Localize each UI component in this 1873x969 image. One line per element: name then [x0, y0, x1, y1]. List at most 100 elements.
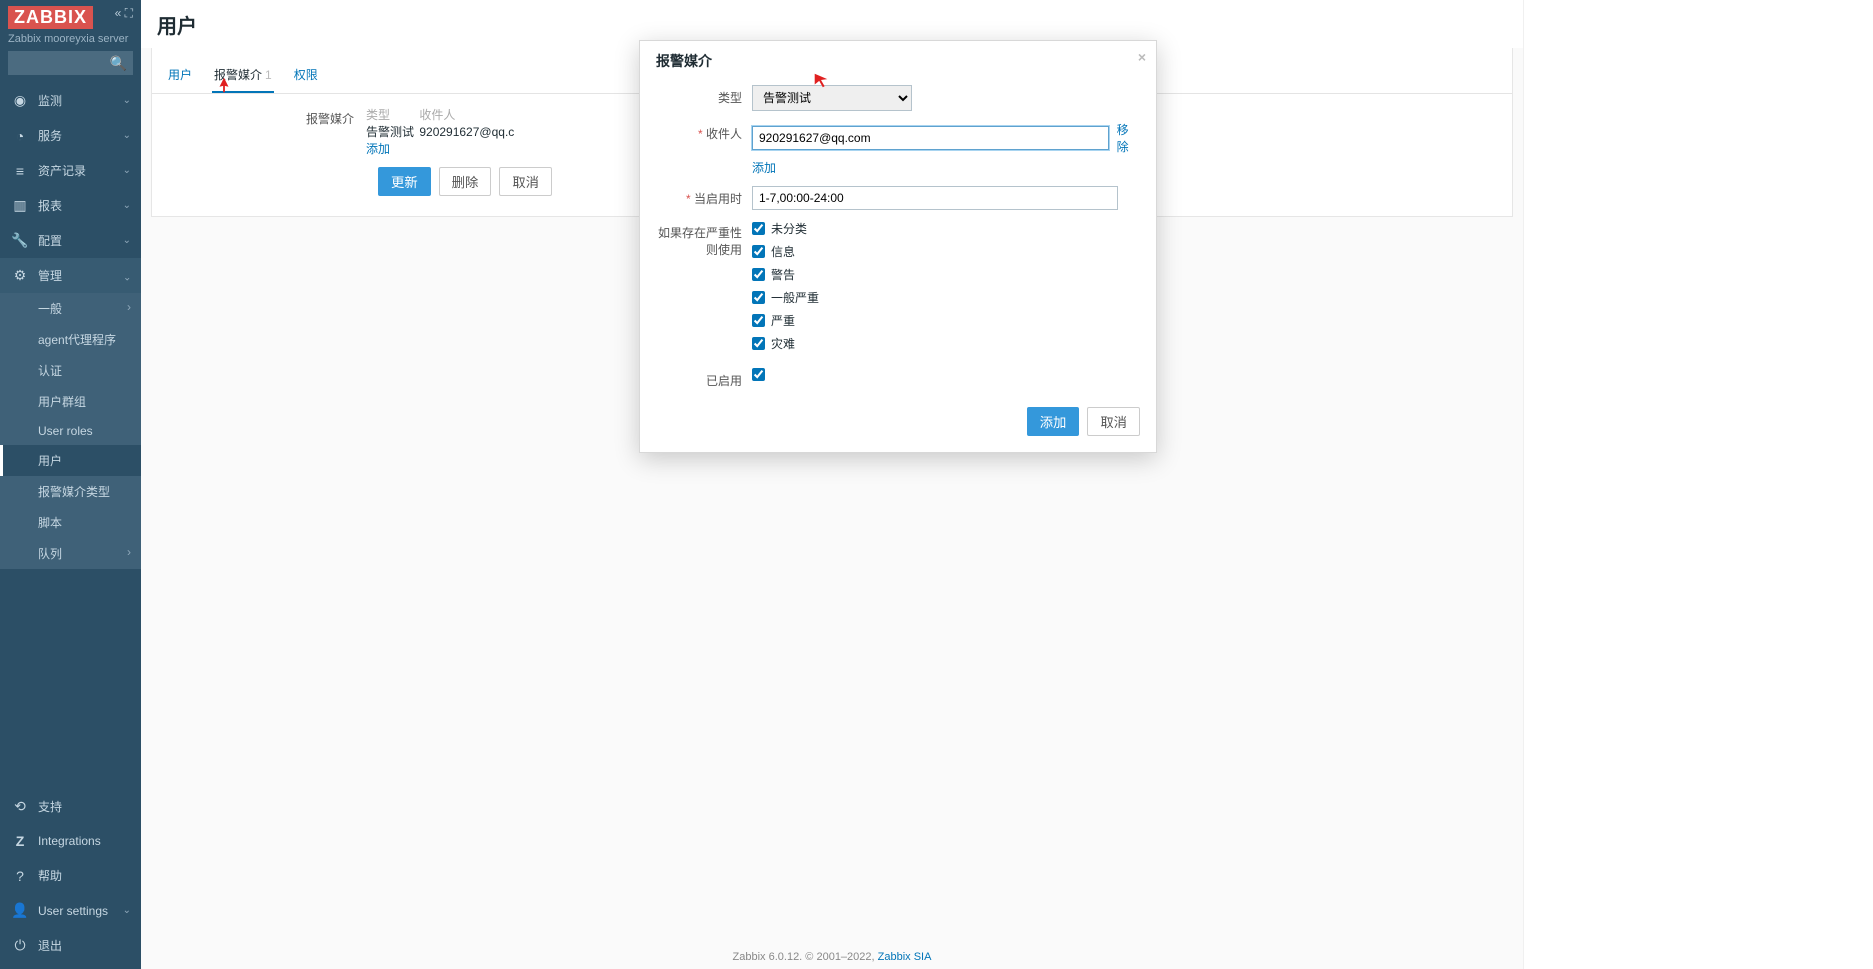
cancel-button[interactable]: 取消 [499, 167, 552, 196]
nav-support[interactable]: ⟲支持 [0, 789, 141, 824]
nav-label: 帮助 [38, 867, 62, 884]
nav-label: 监测 [38, 92, 62, 109]
chevron-down-icon: ⌄ [123, 130, 131, 141]
list-icon: ≡ [10, 163, 30, 179]
gear-icon: ⚙ [10, 267, 30, 284]
nav-label: 退出 [38, 937, 62, 954]
checkbox[interactable] [752, 268, 765, 281]
media-modal: 报警媒介 × 类型 告警测试 收件人 [639, 40, 1157, 453]
tab-count: 1 [265, 68, 272, 82]
check-label: 未分类 [771, 220, 807, 237]
nav-monitoring[interactable]: ◉监测⌄ [0, 83, 141, 118]
main-nav: ◉监测⌄ ◔服务⌄ ≡资产记录⌄ ▥报表⌄ 🔧配置⌄ ⚙管理⌃ 一般 agent… [0, 83, 141, 789]
footer-link[interactable]: Zabbix SIA [878, 951, 932, 963]
check-information[interactable]: 信息 [752, 243, 1140, 260]
modal-cancel-button[interactable]: 取消 [1087, 407, 1140, 436]
checkbox[interactable] [752, 291, 765, 304]
tab-user[interactable]: 用户 [166, 58, 194, 93]
checkbox[interactable] [752, 314, 765, 327]
label-severity: 如果存在严重性则使用 [656, 220, 752, 258]
when-active-input[interactable] [752, 186, 1118, 210]
support-icon: ⟲ [10, 798, 30, 815]
add-media-link[interactable]: 添加 [366, 142, 390, 156]
main: 用户 用户 报警媒介1 权限 报警媒介 类型 收件人 告警测试 92029162… [141, 0, 1523, 969]
chevron-down-icon: ⌄ [123, 200, 131, 211]
sub-proxies[interactable]: agent代理程序 [0, 324, 141, 355]
label-enabled: 已启用 [656, 368, 752, 389]
sub-users[interactable]: 用户 [0, 445, 141, 476]
footer: Zabbix 6.0.12. © 2001–2022, Zabbix SIA [141, 951, 1523, 963]
sub-user-groups[interactable]: 用户群组 [0, 386, 141, 417]
add-recipient-link[interactable]: 添加 [752, 161, 776, 175]
check-label: 信息 [771, 243, 795, 260]
media-recipient-value: 920291627@qq.c [419, 125, 519, 139]
label-type: 类型 [656, 85, 752, 106]
check-warning[interactable]: 警告 [752, 266, 1140, 283]
modal-add-button[interactable]: 添加 [1027, 407, 1080, 436]
power-icon: ⏻ [10, 937, 30, 954]
col-recipient: 收件人 [419, 106, 519, 123]
check-not-classified[interactable]: 未分类 [752, 220, 1140, 237]
sub-user-roles[interactable]: User roles [0, 417, 141, 445]
update-button[interactable]: 更新 [378, 167, 431, 196]
media-section-label: 报警媒介 [166, 106, 366, 157]
nav-config[interactable]: 🔧配置⌄ [0, 223, 141, 258]
chevron-down-icon: ⌄ [123, 235, 131, 246]
checkbox[interactable] [752, 337, 765, 350]
nav-label: User settings [38, 904, 108, 918]
search-icon[interactable]: 🔍 [110, 55, 127, 72]
media-type-value: 告警测试 [366, 123, 416, 140]
help-icon: ? [10, 868, 30, 884]
nav-integrations[interactable]: Z Integrations [0, 824, 141, 858]
check-average[interactable]: 一般严重 [752, 289, 1140, 306]
nav-label: 报表 [38, 197, 62, 214]
sub-scripts[interactable]: 脚本 [0, 507, 141, 538]
modal-header: 报警媒介 × [640, 41, 1156, 81]
nav-logout[interactable]: ⏻ 退出 [0, 928, 141, 963]
sub-media-types[interactable]: 报警媒介类型 [0, 476, 141, 507]
label-recipient: 收件人 [656, 121, 752, 142]
nav-reports[interactable]: ▥ 报表 ⌄ [0, 188, 141, 223]
nav-user-settings[interactable]: 👤User settings⌄ [0, 893, 141, 928]
footer-text: Zabbix 6.0.12. © 2001–2022, [733, 951, 878, 963]
nav-services[interactable]: ◔ 服务 ⌄ [0, 118, 141, 153]
type-select[interactable]: 告警测试 [752, 85, 912, 111]
nav-help[interactable]: ? 帮助 [0, 858, 141, 893]
checkbox[interactable] [752, 222, 765, 235]
nav-inventory[interactable]: ≡资产记录⌄ [0, 153, 141, 188]
tab-label: 报警媒介 [214, 68, 262, 82]
label-when-active: 当启用时 [656, 186, 752, 207]
recipient-input[interactable] [752, 126, 1109, 150]
sidebar-collapse-icons[interactable]: « ⛶ [115, 6, 133, 21]
nav-label: Integrations [38, 834, 101, 848]
enabled-checkbox[interactable] [752, 368, 765, 381]
media-row: 告警测试 920291627@qq.c [366, 123, 519, 140]
modal-title: 报警媒介 [656, 53, 712, 69]
sub-general[interactable]: 一般 [0, 293, 141, 324]
remove-recipient-link[interactable]: 移除 [1117, 121, 1140, 155]
nav-bottom: ⟲支持 Z Integrations ? 帮助 👤User settings⌄ ⏻ 退… [0, 789, 141, 969]
check-label: 一般严重 [771, 289, 819, 306]
nav-label: 服务 [38, 127, 62, 144]
nav-label: 管理 [38, 267, 62, 284]
close-icon[interactable]: × [1138, 49, 1146, 65]
check-disaster[interactable]: 灾难 [752, 335, 1140, 352]
chart-icon: ▥ [10, 197, 30, 214]
chevron-down-icon: ⌄ [123, 165, 131, 176]
integrations-icon: Z [10, 833, 30, 849]
tab-permissions[interactable]: 权限 [292, 58, 320, 93]
checkbox[interactable] [752, 245, 765, 258]
server-name: Zabbix mooreyxia server [8, 33, 133, 45]
wrench-icon: 🔧 [10, 232, 30, 249]
sub-queue[interactable]: 队列 [0, 538, 141, 569]
check-label: 严重 [771, 312, 795, 329]
tab-media[interactable]: 报警媒介1 [212, 58, 274, 93]
check-label: 警告 [771, 266, 795, 283]
sub-auth[interactable]: 认证 [0, 355, 141, 386]
nav-admin[interactable]: ⚙管理⌃ [0, 258, 141, 293]
clock-icon: ◔ [10, 128, 30, 144]
check-high[interactable]: 严重 [752, 312, 1140, 329]
delete-button[interactable]: 删除 [439, 167, 492, 196]
logo[interactable]: ZABBIX [8, 6, 93, 29]
sidebar: ZABBIX « ⛶ Zabbix mooreyxia server 🔍 ◉监测… [0, 0, 141, 969]
